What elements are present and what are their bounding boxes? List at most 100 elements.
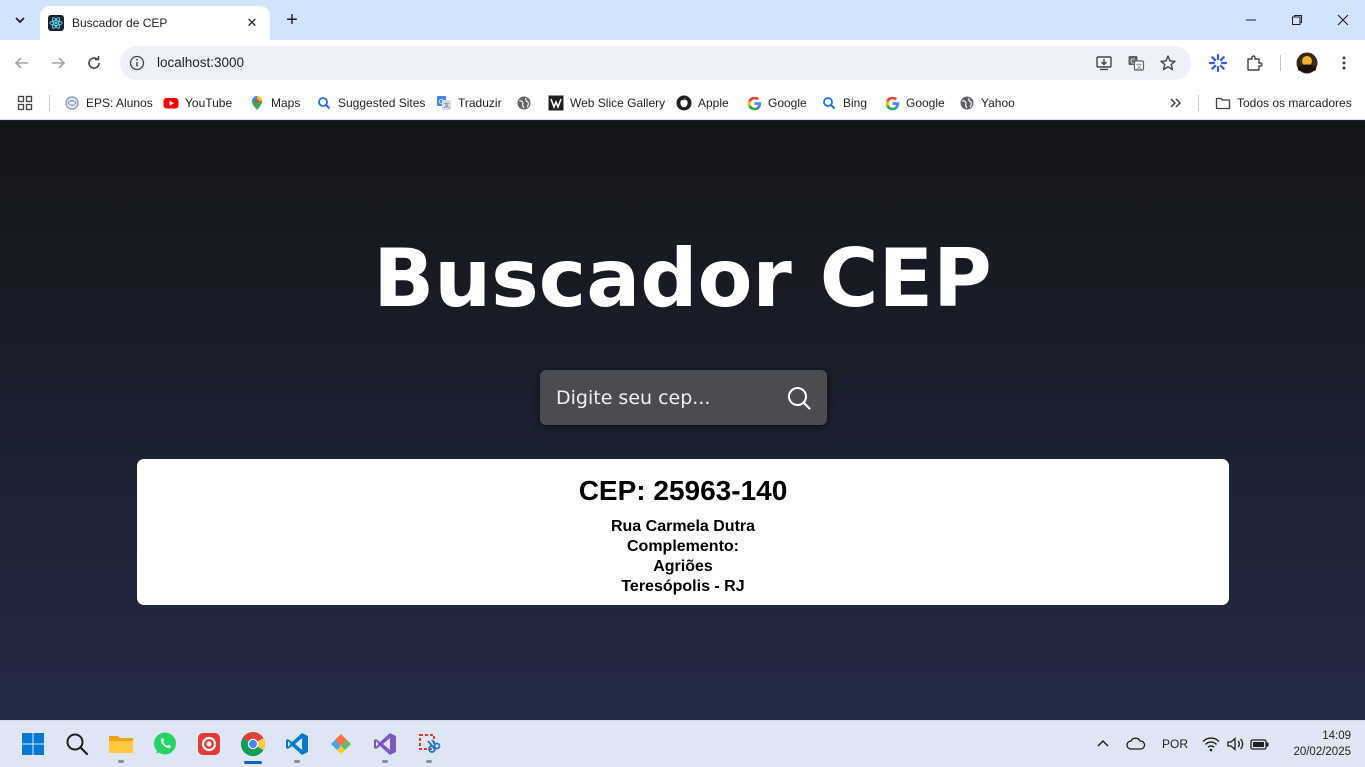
- wifi-icon: [1202, 737, 1220, 752]
- page-title: Buscador CEP: [373, 232, 992, 325]
- forward-button[interactable]: [44, 49, 72, 77]
- cep-search-box: [540, 370, 827, 425]
- minimize-icon: [1246, 19, 1256, 21]
- translate-icon[interactable]: G文: [1126, 53, 1146, 73]
- start-button[interactable]: [18, 729, 48, 759]
- new-tab-button[interactable]: +: [280, 8, 304, 32]
- taskbar: POR 14:09 20/02/2025: [0, 720, 1365, 767]
- bookmarks-divider: [1198, 95, 1199, 111]
- bookmark-label: YouTube: [185, 96, 233, 110]
- taskbar-snipping-tool[interactable]: [414, 729, 444, 763]
- volume-icon: [1227, 737, 1244, 751]
- chevron-down-icon: [15, 17, 25, 24]
- bookmark-google[interactable]: Google: [746, 92, 807, 114]
- result-cep: CEP: 25963-140: [578, 475, 788, 506]
- cep-result-card: CEP: 25963-140 Rua Carmela Dutra Complem…: [137, 459, 1229, 605]
- search-button[interactable]: [784, 383, 814, 413]
- taskbar-clock[interactable]: 14:09 20/02/2025: [1293, 728, 1351, 760]
- close-window-button[interactable]: [1320, 0, 1365, 40]
- bookmark-yahoo[interactable]: Yahoo: [959, 92, 1015, 114]
- url-text: localhost:3000: [157, 55, 245, 70]
- profile-avatar[interactable]: [1293, 49, 1321, 77]
- cloud-icon: [1126, 737, 1146, 750]
- all-bookmarks-button[interactable]: Todos os marcadores: [1215, 92, 1352, 114]
- taskbar-vscode[interactable]: [282, 729, 312, 763]
- extensions-icon[interactable]: [1240, 49, 1268, 77]
- bookmark-eps-alunos[interactable]: EPS: Alunos: [64, 92, 153, 114]
- bookmark-maps[interactable]: Maps: [249, 92, 300, 114]
- toolbar-divider: [1280, 55, 1281, 71]
- taskbar-colorful-app[interactable]: [326, 729, 356, 759]
- arrow-left-icon: [14, 57, 28, 69]
- web-slice-icon: [548, 95, 564, 111]
- clock-date: 20/02/2025: [1293, 746, 1351, 758]
- record-icon: [198, 733, 220, 755]
- clock-time: 14:09: [1322, 730, 1351, 742]
- bookmark-web-slice-gallery[interactable]: Web Slice Gallery: [548, 92, 665, 114]
- menu-button[interactable]: [1330, 49, 1358, 77]
- bookmark-label: EPS: Alunos: [86, 96, 153, 110]
- back-button[interactable]: [8, 49, 36, 77]
- bookmarks-bar: EPS: Alunos YouTube Maps Suggested Sites…: [0, 86, 1365, 120]
- search-icon: [66, 733, 89, 756]
- tab-strip: Buscador de CEP ✕ +: [0, 0, 1365, 40]
- show-hidden-icons-button[interactable]: [1096, 731, 1110, 757]
- visual-studio-icon: [374, 733, 396, 755]
- result-neighborhood: Agriões: [653, 558, 713, 575]
- gemini-extension-icon[interactable]: [1204, 49, 1232, 77]
- windows-icon: [22, 733, 44, 755]
- taskbar-visual-studio[interactable]: [370, 729, 400, 763]
- bookmark-traduzir[interactable]: G文 Traduzir: [436, 92, 502, 114]
- bookmarks-divider: [49, 95, 50, 111]
- onedrive-tray-icon[interactable]: [1126, 731, 1146, 757]
- bookmark-globe[interactable]: [516, 92, 538, 114]
- all-bookmarks-label: Todos os marcadores: [1237, 96, 1352, 110]
- bookmark-google-2[interactable]: Google: [884, 92, 945, 114]
- translate-icon: G文: [436, 95, 452, 111]
- reload-button[interactable]: [80, 49, 108, 77]
- apps-button[interactable]: [17, 92, 33, 114]
- more-vertical-icon: [1342, 56, 1346, 70]
- bookmark-label: Bing: [843, 96, 868, 110]
- bookmark-suggested-sites[interactable]: Suggested Sites: [316, 92, 425, 114]
- install-app-icon[interactable]: [1094, 53, 1114, 73]
- browser-toolbar: localhost:3000 G文: [0, 40, 1365, 86]
- bookmark-star-icon[interactable]: [1158, 53, 1178, 73]
- search-icon: [788, 387, 811, 410]
- bookmark-bing[interactable]: Bing: [821, 92, 867, 114]
- google-icon: [746, 95, 762, 111]
- apps-grid-icon: [17, 95, 33, 111]
- snipping-tool-icon: [419, 734, 441, 753]
- site-info-icon[interactable]: [128, 54, 146, 72]
- youtube-icon: [163, 95, 179, 111]
- result-complement: Complemento:: [627, 538, 739, 555]
- bookmarks-overflow-button[interactable]: [1168, 92, 1182, 114]
- vscode-icon: [286, 733, 308, 755]
- taskbar-file-explorer[interactable]: [106, 729, 136, 763]
- taskbar-recorder-app[interactable]: [194, 729, 224, 759]
- cep-input[interactable]: [556, 370, 776, 425]
- bookmark-youtube[interactable]: YouTube: [163, 92, 232, 114]
- bookmark-apple[interactable]: Apple: [676, 92, 729, 114]
- taskbar-chrome[interactable]: [238, 729, 268, 764]
- browser-tab-active[interactable]: Buscador de CEP ✕: [40, 6, 270, 40]
- taskbar-whatsapp[interactable]: [150, 729, 180, 759]
- bookmark-label: Yahoo: [981, 96, 1015, 110]
- google-icon: [884, 95, 900, 111]
- result-city-state: Teresópolis - RJ: [621, 578, 745, 595]
- tab-search-button[interactable]: [6, 7, 34, 33]
- react-icon: [48, 15, 64, 31]
- tab-title: Buscador de CEP: [72, 16, 168, 30]
- bookmark-label: Web Slice Gallery: [570, 96, 666, 110]
- search-icon: [316, 95, 332, 111]
- restore-button[interactable]: [1274, 0, 1320, 40]
- tab-close-icon[interactable]: ✕: [244, 15, 260, 31]
- address-bar[interactable]: localhost:3000 G文: [120, 46, 1191, 80]
- language-indicator[interactable]: POR: [1162, 731, 1188, 757]
- chevron-up-icon: [1097, 739, 1109, 747]
- network-sound-battery-button[interactable]: [1202, 731, 1270, 757]
- minimize-button[interactable]: [1228, 0, 1274, 40]
- taskbar-search-button[interactable]: [62, 729, 92, 759]
- chrome-icon: [240, 732, 265, 757]
- folder-icon: [1215, 95, 1231, 111]
